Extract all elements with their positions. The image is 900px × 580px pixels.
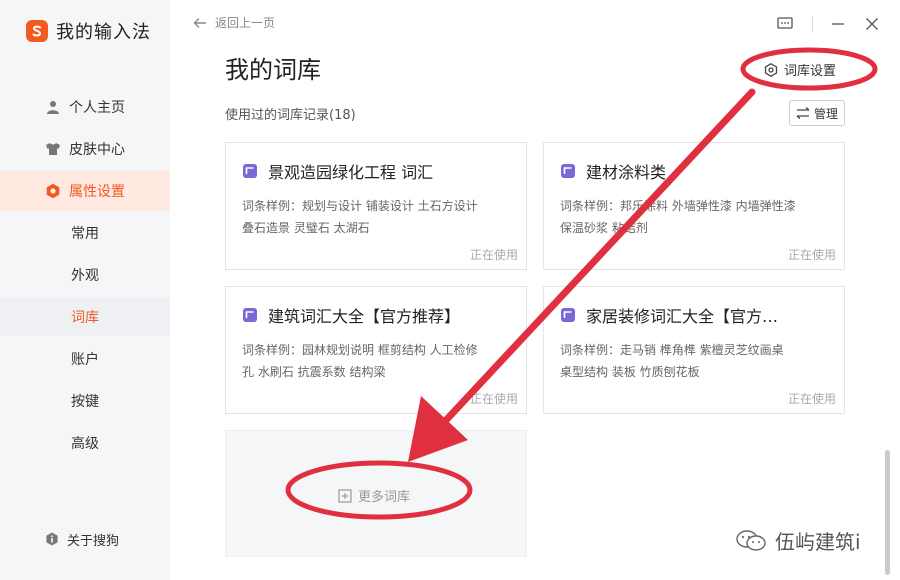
lexicon-card-title: 景观造园绿化工程 词汇 [268, 163, 434, 182]
app-logo: 我的输入法 [26, 18, 151, 44]
plus-square-icon [338, 488, 352, 503]
lexicon-card[interactable]: 家居装修词汇大全【官方… 词条样例：走马销 榫角榫 紫檀灵芝纹画桌 桌型结构 装… [543, 286, 845, 414]
book-icon [560, 163, 576, 179]
sidebar-subitem-label: 按键 [71, 394, 99, 410]
scrollbar[interactable] [885, 450, 890, 575]
back-label: 返回上一页 [215, 16, 276, 30]
message-icon [777, 17, 793, 29]
more-lexicons-card[interactable]: 更多词库 [225, 430, 527, 557]
info-icon [45, 532, 59, 546]
sidebar-subitem-appearance[interactable]: 外观 [0, 256, 170, 294]
book-icon [242, 163, 258, 179]
sidebar-subitem-label: 高级 [71, 436, 99, 452]
manage-button[interactable]: 管理 [789, 100, 845, 126]
section-label: 使用过的词库记录(18) [225, 108, 356, 123]
close-button[interactable] [862, 14, 882, 34]
app-title: 我的输入法 [56, 22, 151, 43]
lexicon-card-status: 正在使用 [469, 392, 518, 406]
minimize-icon [832, 23, 844, 25]
sidebar-item-settings[interactable]: 属性设置 [0, 171, 170, 211]
sidebar-subitem-keys[interactable]: 按键 [0, 382, 170, 420]
arrow-left-icon [193, 16, 207, 30]
sidebar-subitem-account[interactable]: 账户 [0, 340, 170, 378]
lexicon-card-sample: 词条样例：邦乐涂料 外墙弹性漆 内墙弹性漆 保温砂浆 粘结剂 [560, 199, 796, 235]
sogou-logo-icon [26, 20, 48, 42]
sidebar-subitem-advanced[interactable]: 高级 [0, 424, 170, 462]
about-label: 关于搜狗 [67, 533, 120, 549]
titlebar-divider [812, 16, 813, 32]
sidebar-subitem-label: 账户 [71, 352, 99, 368]
settings-hex-icon [764, 62, 778, 77]
person-icon [45, 99, 61, 115]
lexicon-card-status: 正在使用 [469, 248, 518, 262]
minimize-button[interactable] [828, 14, 848, 34]
shirt-icon [45, 141, 61, 157]
lexicon-card-title: 家居装修词汇大全【官方… [586, 307, 779, 326]
sidebar-subitem-label: 词库 [71, 310, 99, 326]
sidebar-item-profile[interactable]: 个人主页 [0, 87, 170, 127]
wechat-icon [735, 528, 767, 554]
sidebar-item-label: 属性设置 [69, 184, 125, 200]
book-icon [242, 307, 258, 323]
book-icon [560, 307, 576, 323]
sidebar-item-label: 皮肤中心 [69, 142, 125, 158]
sidebar: 我的输入法 个人主页 皮肤中心 属性设置 常用 外观 词库 账户 按键 高级 关… [0, 0, 170, 580]
lexicon-card[interactable]: 建筑词汇大全【官方推荐】 词条样例：园林规划说明 框剪结构 人工检修孔 水刷石 … [225, 286, 527, 414]
watermark: 伍屿建筑i [735, 526, 861, 555]
sidebar-subitem-common[interactable]: 常用 [0, 214, 170, 252]
lexicon-settings-label: 词库设置 [784, 64, 837, 79]
sliders-icon [796, 106, 810, 120]
sidebar-item-label: 个人主页 [69, 100, 125, 116]
lexicon-card-sample: 词条样例：规划与设计 铺装设计 土石方设计 叠石造景 灵璧石 太湖石 [242, 199, 478, 235]
lexicon-card[interactable]: 建材涂料类 词条样例：邦乐涂料 外墙弹性漆 内墙弹性漆 保温砂浆 粘结剂 正在使… [543, 142, 845, 270]
lexicon-card-title: 建筑词汇大全【官方推荐】 [268, 307, 461, 326]
gear-icon [45, 183, 61, 199]
sidebar-subitem-label: 外观 [71, 268, 99, 284]
lexicon-card-status: 正在使用 [787, 392, 836, 406]
sidebar-subitem-lexicon[interactable]: 词库 [0, 298, 170, 336]
back-link[interactable]: 返回上一页 [193, 14, 275, 31]
more-lexicons-label: 更多词库 [358, 490, 411, 505]
lexicon-card-sample: 词条样例：园林规划说明 框剪结构 人工检修孔 水刷石 抗震系数 结构梁 [242, 343, 478, 379]
lexicon-card-title: 建材涂料类 [586, 163, 667, 182]
lexicon-card-status: 正在使用 [787, 248, 836, 262]
lexicon-card-sample: 词条样例：走马销 榫角榫 紫檀灵芝纹画桌 桌型结构 装板 竹质刨花板 [560, 343, 784, 379]
feedback-button[interactable] [775, 14, 795, 34]
page-title: 我的词库 [225, 56, 321, 84]
sidebar-item-skins[interactable]: 皮肤中心 [0, 129, 170, 169]
about-link[interactable]: 关于搜狗 [0, 526, 170, 552]
lexicon-settings-button[interactable]: 词库设置 [764, 60, 836, 79]
watermark-text: 伍屿建筑i [775, 530, 861, 554]
manage-label: 管理 [813, 106, 838, 121]
lexicon-card[interactable]: 景观造园绿化工程 词汇 词条样例：规划与设计 铺装设计 土石方设计 叠石造景 灵… [225, 142, 527, 270]
close-icon [866, 18, 878, 30]
sidebar-subitem-label: 常用 [71, 226, 99, 242]
